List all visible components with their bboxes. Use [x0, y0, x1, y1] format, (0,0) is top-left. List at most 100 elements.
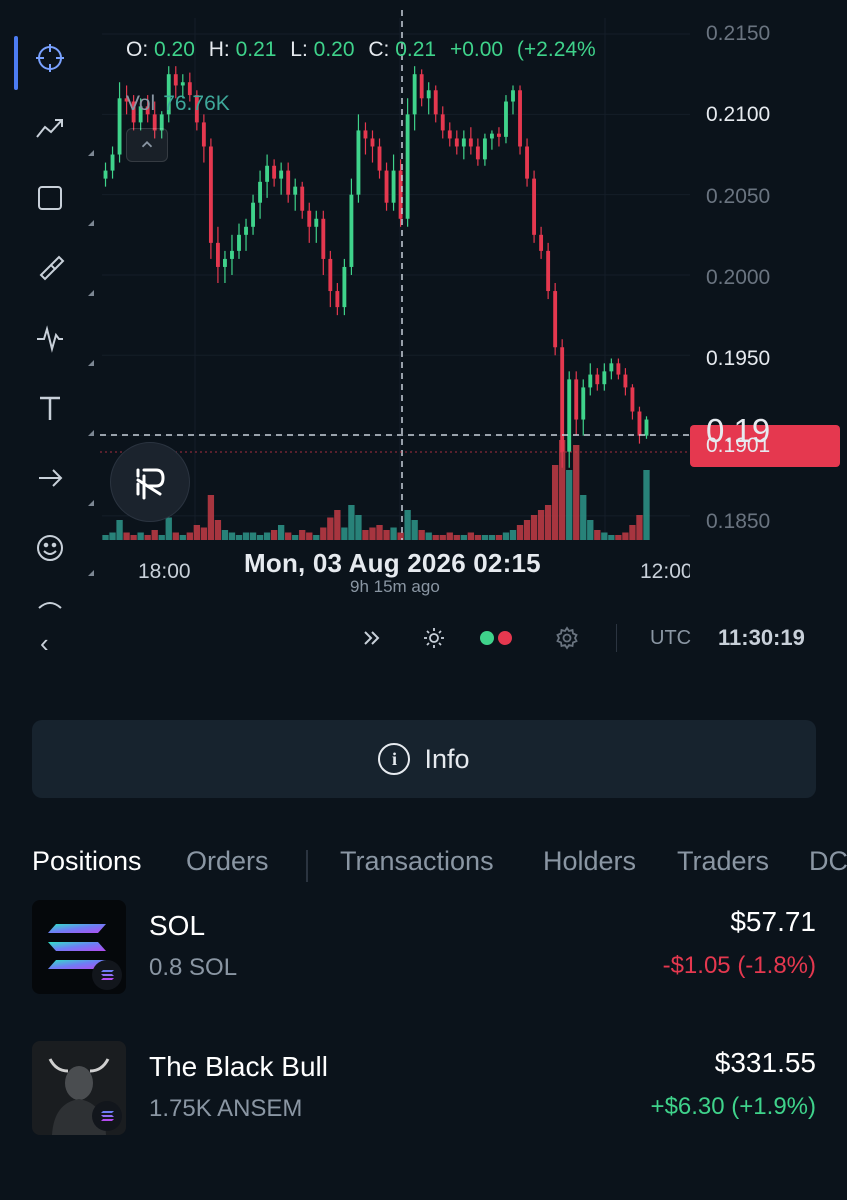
emoji-icon[interactable] [28, 526, 94, 576]
candle-body [342, 266, 347, 308]
volume-bar [355, 515, 362, 540]
volume-bar [601, 532, 608, 540]
arrow-icon[interactable] [28, 456, 94, 506]
chart-controls: UTC 11:30:19 [350, 616, 830, 660]
info-button-label: Info [424, 743, 470, 774]
candle-body [180, 82, 185, 86]
volume-bar [313, 535, 320, 540]
more-icon[interactable] [28, 596, 72, 618]
volume-bar [144, 535, 151, 540]
volume-bar [137, 532, 144, 540]
volume-bar [235, 535, 243, 540]
volume-bar [537, 510, 545, 540]
position-quantity: 1.75K ANSEM [149, 1095, 303, 1122]
candle-body [258, 181, 263, 203]
volume-bar [207, 495, 215, 540]
crosshair-ago: 9h 15m ago [350, 577, 440, 596]
volume-bar [362, 530, 369, 540]
trend-line-icon[interactable] [28, 106, 94, 156]
tab-orders[interactable]: Orders [186, 846, 269, 877]
volume-bar [566, 470, 573, 540]
chart-logo-icon [110, 442, 190, 522]
candle-body [595, 374, 600, 385]
tab-holders[interactable]: Holders [543, 846, 636, 877]
volume-bar [320, 527, 327, 540]
volume-bar [383, 530, 390, 540]
candle-colors-toggle[interactable] [480, 616, 516, 660]
candle-body [475, 146, 480, 160]
candle-body [567, 379, 572, 452]
price-tick: 0.1950 [706, 347, 771, 370]
candle-body [433, 90, 438, 115]
candle-body [412, 74, 417, 115]
volume-readout: Vol 76.76K [126, 92, 230, 116]
candle-body [335, 291, 340, 308]
volume-bar [643, 470, 650, 540]
current-price: 0.1901 [706, 434, 771, 457]
volume-bar [285, 532, 292, 540]
solana-logo-icon [32, 900, 126, 994]
volume-collapse-icon[interactable] [126, 128, 168, 162]
candle-body [201, 122, 206, 147]
volume-bar [109, 532, 116, 540]
volume-bar [369, 527, 376, 540]
tab-positions[interactable]: Positions [32, 846, 142, 877]
timezone-label[interactable]: UTC [650, 616, 691, 660]
tab-dca[interactable]: DC [809, 846, 847, 877]
candle-body [440, 114, 445, 131]
open-label: O: [126, 38, 149, 61]
theme-sun-icon[interactable] [422, 616, 446, 660]
volume-bar [116, 520, 123, 540]
price-chart[interactable]: O: 0.20 H: 0.21 L: 0.20 C: 0.21 +0.00 (+… [100, 10, 847, 610]
volume-bar [467, 532, 475, 540]
volume-bar [221, 530, 229, 540]
volume-bar [446, 532, 453, 540]
time-tick: 18:00 [138, 560, 191, 583]
active-tool-indicator [14, 36, 18, 90]
volume-bar [270, 530, 278, 540]
position-value: $331.55 [714, 1047, 816, 1078]
close-value: 0.21 [395, 38, 437, 61]
tab-traders[interactable]: Traders [677, 846, 769, 877]
info-button[interactable]: i Info [32, 720, 816, 798]
position-row[interactable]: The Black Bull 1.75K ANSEM $331.55 +$6.3… [32, 1041, 816, 1136]
pattern-icon[interactable] [28, 316, 94, 366]
volume-bar [488, 535, 496, 540]
candle-body [293, 186, 298, 195]
crosshair-date: Mon, 03 Aug 2026 02:15 [244, 548, 541, 578]
volume-bar [348, 505, 355, 540]
settings-gear-icon[interactable] [555, 616, 579, 660]
text-icon[interactable] [28, 386, 94, 436]
crosshair-icon[interactable] [28, 36, 72, 80]
collapse-toolbar-icon[interactable]: ‹ [40, 628, 49, 659]
price-tick: 0.1850 [706, 510, 771, 533]
position-row[interactable]: SOL 0.8 SOL $57.71 -$1.05 (-1.8%) [32, 900, 816, 995]
tab-transactions[interactable]: Transactions [340, 846, 494, 877]
volume-bar [530, 515, 538, 540]
open-value: 0.20 [154, 38, 195, 61]
price-tick: 0.2100 [706, 103, 771, 126]
candle-body [539, 234, 544, 251]
volume-bar [256, 535, 264, 540]
brush-icon[interactable] [28, 246, 94, 296]
volume-bar [263, 532, 271, 540]
candle-body [237, 234, 241, 251]
controls-divider [616, 624, 617, 652]
volume-bar [594, 530, 601, 540]
candle-body [553, 291, 558, 348]
volume-bar [425, 532, 432, 540]
volume-value: 76.76K [163, 92, 230, 115]
candle-body [574, 379, 579, 420]
candle-body [349, 194, 354, 267]
volume-bar [165, 517, 172, 540]
price-tick: 0.2050 [706, 185, 771, 208]
candle-body [644, 419, 649, 436]
candle-body [279, 170, 284, 179]
candle-body [623, 374, 628, 388]
volume-bar [453, 535, 460, 540]
rectangle-icon[interactable] [28, 176, 94, 226]
candle-body [630, 387, 635, 412]
fast-forward-icon[interactable] [360, 616, 384, 660]
volume-bar [172, 532, 179, 540]
volume-bar [193, 525, 201, 540]
